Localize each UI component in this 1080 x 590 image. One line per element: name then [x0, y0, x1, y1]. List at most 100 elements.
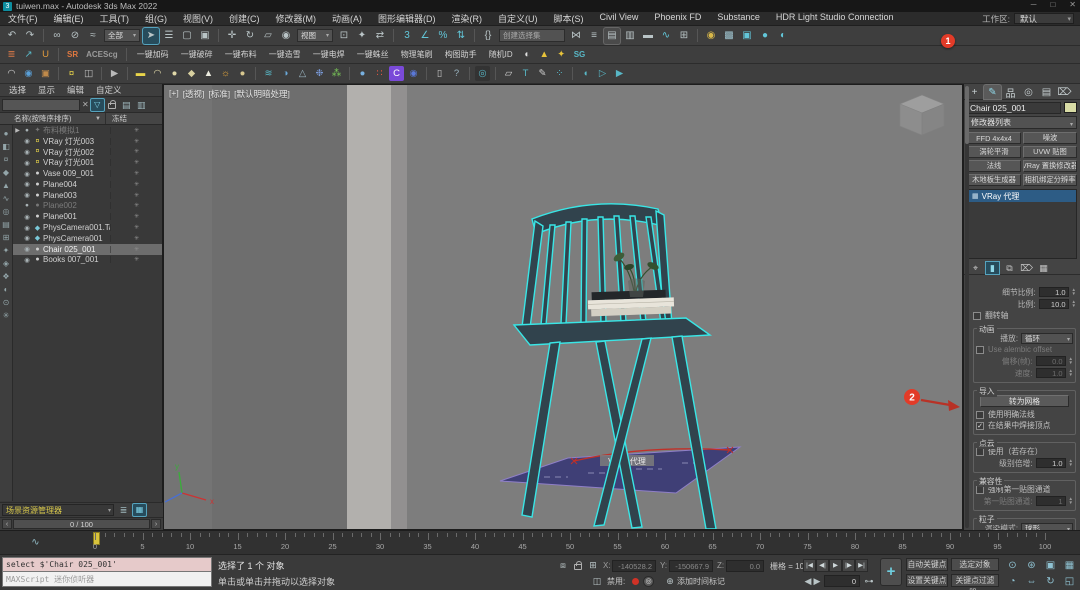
selected-filter-dropdown[interactable]: 选定对象: [951, 558, 999, 571]
go-end-button[interactable]: ▶|: [855, 559, 868, 572]
visibility-icon[interactable]: ◉: [22, 224, 32, 232]
undo-icon[interactable]: ↶: [4, 28, 20, 44]
select-place-icon[interactable]: ◉: [278, 28, 294, 44]
modifier-stack[interactable]: ▦ VRay 代理: [967, 189, 1077, 259]
set-keys-button[interactable]: +: [880, 558, 902, 586]
select-children-icon[interactable]: ▤: [120, 99, 133, 111]
viewport-menu-standard[interactable]: [标准]: [208, 88, 230, 100]
vray-clipper-icon[interactable]: △: [295, 66, 310, 81]
one-key-buliao-button[interactable]: 一键布料: [225, 49, 257, 60]
angle-snap-icon[interactable]: ∠: [417, 28, 433, 44]
one-key-dianhan-button[interactable]: 一键电焊: [313, 49, 345, 60]
frozen-toggle-icon[interactable]: ✳: [110, 159, 162, 166]
zoom-extents-all-icon[interactable]: ▦: [1061, 558, 1078, 573]
percent-snap-icon[interactable]: %: [435, 28, 451, 44]
vray-displacement-icon[interactable]: ≋: [261, 66, 276, 81]
object-name[interactable]: Plane002: [43, 201, 110, 210]
contrast-icon[interactable]: ◐: [520, 47, 535, 62]
maxscript-output-line[interactable]: [2, 557, 212, 572]
render-production-icon[interactable]: ●: [757, 28, 773, 44]
select-move-icon[interactable]: ✛: [224, 28, 240, 44]
vray-camera-lister-icon[interactable]: ◫: [81, 66, 96, 81]
frozen-toggle-icon[interactable]: ✳: [110, 235, 162, 242]
display-hidden-icon[interactable]: ◐: [0, 283, 12, 296]
visibility-icon[interactable]: ◉: [22, 180, 32, 188]
spinner-icon[interactable]: ▲▼: [1069, 369, 1073, 378]
vray-proxy-export-icon[interactable]: ◖: [578, 66, 593, 81]
spinner-snap-icon[interactable]: ⇅: [453, 28, 469, 44]
select-rotate-icon[interactable]: ↻: [242, 28, 258, 44]
detail-scale-field[interactable]: 1.0: [1039, 287, 1069, 297]
menu-item[interactable]: 动画(A): [324, 12, 370, 25]
display-cameras-icon[interactable]: ◆: [0, 166, 12, 179]
scale-field[interactable]: 10.0: [1039, 299, 1069, 309]
frozen-toggle-icon[interactable]: ✳: [110, 256, 162, 263]
physics-brush-button[interactable]: 物理笔刷: [401, 49, 433, 60]
display-lights-icon[interactable]: ¤: [0, 153, 12, 166]
rollout-area[interactable]: 细节比例: 1.0 ▲▼ 比例: 10.0 ▲▼ 翻转轴 动画 播放:: [964, 282, 1080, 530]
visibility-icon[interactable]: ◉: [22, 137, 32, 145]
current-frame-field[interactable]: 0: [824, 575, 860, 587]
object-name[interactable]: Plane004: [43, 180, 110, 189]
sparkle-icon[interactable]: ✦: [554, 47, 569, 62]
vray-ambient-light-icon[interactable]: ●: [235, 66, 250, 81]
menu-item[interactable]: 自定义(U): [490, 12, 546, 25]
one-key-zaoxue-button[interactable]: 一键造雪: [269, 49, 301, 60]
spinner-icon[interactable]: ▲▼: [1072, 300, 1076, 309]
vray-metaball-icon[interactable]: ❉: [312, 66, 327, 81]
object-name-field[interactable]: Chair 025_001: [967, 102, 1061, 114]
vray-help-icon[interactable]: ?: [449, 66, 464, 81]
select-scale-icon[interactable]: ▱: [260, 28, 276, 44]
menu-item[interactable]: Phoenix FD: [646, 12, 709, 25]
modifier-preset-button[interactable]: 涡轮平滑: [967, 146, 1021, 158]
display-materials-icon[interactable]: ◈: [0, 257, 12, 270]
show-end-result-icon[interactable]: ▮: [986, 262, 999, 274]
scene-explorer-toggle-icon[interactable]: ▤: [604, 28, 620, 44]
play-button[interactable]: ▶: [829, 559, 842, 572]
display-geometry-icon[interactable]: ●: [0, 127, 12, 140]
ribbon-toggle-icon[interactable]: ▬: [640, 28, 656, 44]
explorer-row[interactable]: ◉◆PhysCamera001.Target✳: [13, 222, 162, 233]
export-scene-icon[interactable]: ↗: [21, 47, 36, 62]
explorer-mode-icon[interactable]: ▦: [133, 504, 146, 516]
viewport-menu-pov[interactable]: [透视]: [183, 88, 205, 100]
selection-region-icon[interactable]: ▢: [179, 28, 195, 44]
frozen-toggle-icon[interactable]: ✳: [110, 138, 162, 145]
object-name[interactable]: VRay 灯光003: [43, 136, 110, 147]
auto-key-button[interactable]: 自动关键点: [906, 558, 948, 571]
fov-icon[interactable]: ◔: [1004, 574, 1021, 589]
vray-dome-light-icon[interactable]: ◠: [150, 66, 165, 81]
menu-item[interactable]: 修改器(M): [268, 12, 325, 25]
display-xrefs-icon[interactable]: ▤: [0, 218, 12, 231]
display-spacewarps-icon[interactable]: ∿: [0, 192, 12, 205]
perspective-viewport[interactable]: VRay 代理: [163, 84, 963, 530]
explorer-row[interactable]: ◉◆PhysCamera001✳: [13, 233, 162, 244]
frozen-toggle-icon[interactable]: ✳: [110, 181, 162, 188]
explorer-menu-item[interactable]: 编辑: [62, 84, 89, 96]
explorer-row[interactable]: ◉¤VRay 灯光002✳: [13, 147, 162, 158]
render-iterative-icon[interactable]: ◐: [775, 28, 791, 44]
frozen-toggle-icon[interactable]: ✳: [110, 148, 162, 155]
zoom-all-icon[interactable]: ⊛: [1023, 558, 1040, 573]
object-name[interactable]: 布料模拟1: [43, 125, 110, 136]
pan-icon[interactable]: ⇔: [1023, 574, 1040, 589]
frozen-toggle-icon[interactable]: ✳: [110, 127, 162, 134]
vray-cloth-icon[interactable]: T: [518, 66, 533, 81]
vray-sphere-fade-icon[interactable]: ●: [355, 66, 370, 81]
time-forward-button[interactable]: ›: [151, 519, 161, 529]
schematic-view-icon[interactable]: ⊞: [676, 28, 692, 44]
select-object-icon[interactable]: ➤: [143, 28, 159, 44]
viewport-menu-general[interactable]: [+]: [169, 88, 179, 100]
vray-spray-icon[interactable]: ⁘: [552, 66, 567, 81]
vray-sun-icon[interactable]: ☼: [218, 66, 233, 81]
lock-selection-icon[interactable]: [572, 559, 584, 572]
workspace-selector[interactable]: 工作区: 默认: [982, 13, 1074, 25]
vray-denoiser-icon[interactable]: ◎: [475, 66, 490, 81]
visibility-icon[interactable]: ◉: [22, 148, 32, 156]
vray-pen-icon[interactable]: ✎: [535, 66, 550, 81]
explorer-header[interactable]: 名称(按降序排序) ▼ 冻结: [0, 113, 162, 125]
rollout-scrollbar[interactable]: [965, 86, 969, 528]
visibility-icon[interactable]: ◉: [22, 170, 32, 178]
spinner-icon[interactable]: ▲▼: [1069, 357, 1073, 366]
menu-item[interactable]: 工具(T): [92, 12, 138, 25]
